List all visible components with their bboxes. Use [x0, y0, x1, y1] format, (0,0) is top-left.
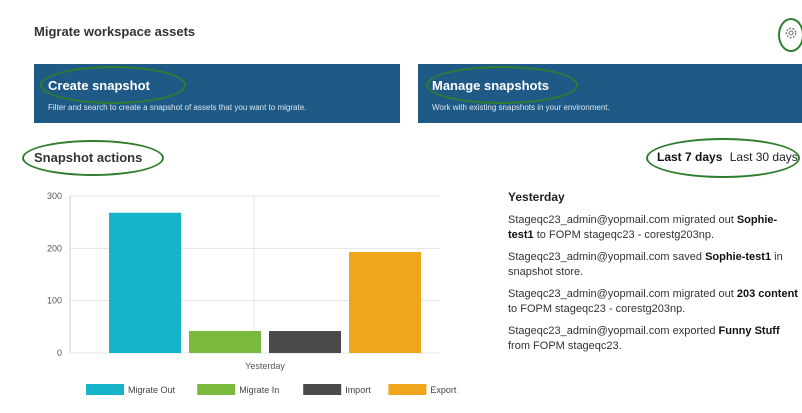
manage-snapshots-card[interactable]: Manage snapshots Work with existing snap… [418, 64, 802, 123]
legend-swatch [303, 384, 342, 395]
legend-label: Migrate In [239, 385, 279, 395]
activity-asset-name: 203 content [736, 288, 798, 300]
activity-item: Stageqc23_admin@yopmail.com migrated out… [508, 213, 798, 243]
create-snapshot-title: Create snapshot [48, 78, 150, 93]
legend-label: Migrate Out [128, 385, 176, 395]
x-tick-label: Yesterday [245, 361, 285, 371]
activity-heading: Yesterday [508, 190, 565, 204]
create-snapshot-card[interactable]: Create snapshot Filter and search to cre… [34, 64, 400, 123]
activity-text: Stageqc23_admin@yopmail.com migrated out [508, 214, 737, 226]
activity-asset-name: Sophie-test1 [705, 251, 772, 263]
range-last-7-days[interactable]: Last 7 days [657, 150, 722, 164]
legend-swatch [388, 384, 427, 395]
gear-icon [783, 25, 799, 46]
activity-item: Stageqc23_admin@yopmail.com saved Sophie… [508, 250, 798, 280]
bar [349, 251, 421, 353]
y-tick-label: 300 [47, 191, 62, 201]
activity-text: from FOPM stageqc23. [508, 340, 622, 352]
range-toggle: Last 7 days Last 30 days [657, 150, 798, 164]
legend-label: Import [345, 385, 371, 395]
bar [109, 212, 181, 353]
y-tick-label: 200 [47, 243, 62, 253]
activity-feed: Yesterday Stageqc23_admin@yopmail.com mi… [508, 190, 798, 361]
activity-text: Stageqc23_admin@yopmail.com exported [508, 325, 719, 337]
y-tick-label: 100 [47, 296, 62, 306]
activity-text: Stageqc23_admin@yopmail.com migrated out [508, 288, 737, 300]
activity-text: to FOPM stageqc23 - corestg203np. [508, 303, 686, 315]
settings-button[interactable] [778, 18, 802, 52]
manage-snapshots-title: Manage snapshots [432, 78, 550, 93]
range-last-30-days[interactable]: Last 30 days [730, 150, 798, 164]
bar [189, 331, 261, 353]
activity-text: to FOPM stageqc23 - corestg203np. [533, 229, 715, 241]
legend-label: Export [430, 385, 457, 395]
create-snapshot-description: Filter and search to create a snapshot o… [48, 103, 307, 112]
y-tick-label: 0 [57, 348, 62, 358]
manage-snapshots-description: Work with existing snapshots in your env… [432, 103, 610, 112]
snapshot-actions-chart: 300 200 100 0 Yesterday Migrate Out Migrate In… [30, 186, 470, 406]
legend-swatch [86, 384, 124, 395]
activity-text: Stageqc23_admin@yopmail.com saved [508, 251, 706, 263]
activity-item: Stageqc23_admin@yopmail.com exported Fun… [508, 324, 798, 354]
activity-item: Stageqc23_admin@yopmail.com migrated out… [508, 287, 798, 317]
legend-swatch [197, 384, 236, 395]
page-title: Migrate workspace assets [34, 24, 196, 39]
chart-svg: 300 200 100 0 Yesterday Migrate Out Migrate In… [47, 191, 457, 395]
section-title: Snapshot actions [34, 150, 143, 165]
activity-asset-name: Funny Stuff [718, 325, 780, 337]
activity-list: Stageqc23_admin@yopmail.com migrated out… [508, 213, 798, 354]
bar [269, 331, 341, 353]
